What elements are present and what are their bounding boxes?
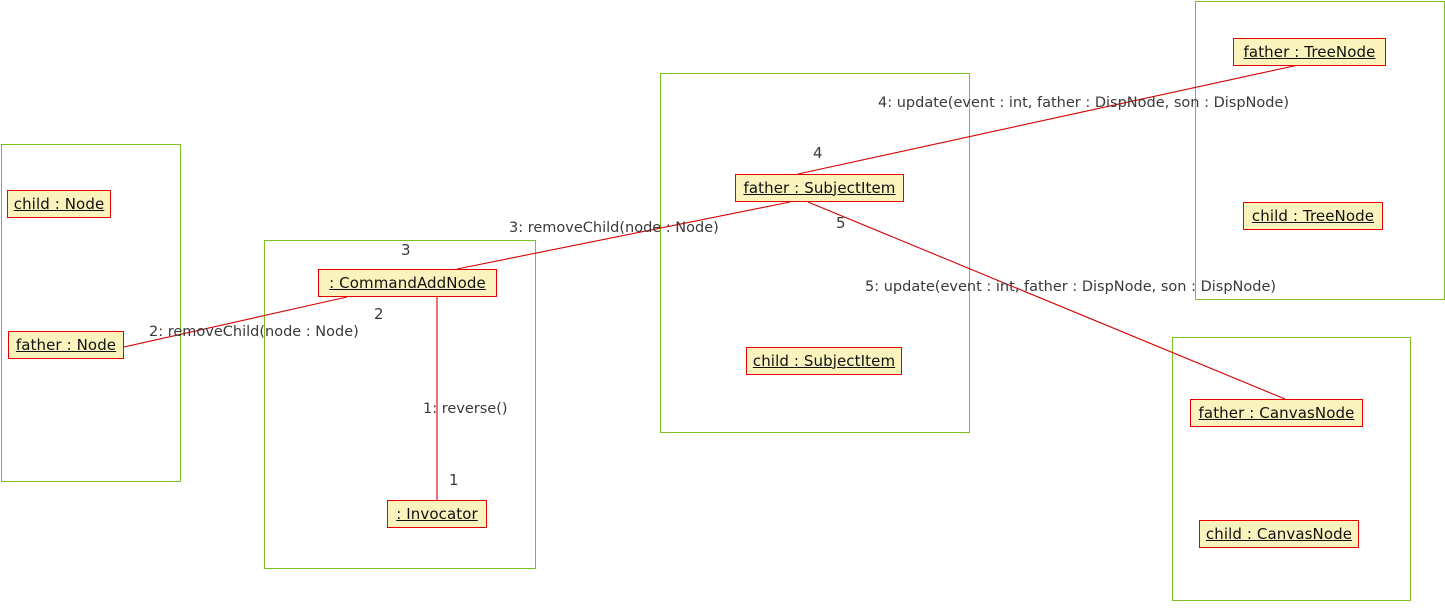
message-label-2: 2: removeChild(node : Node)	[149, 324, 359, 340]
object-label: child : TreeNode	[1251, 206, 1375, 225]
object-father-treenode[interactable]: father : TreeNode	[1233, 38, 1386, 66]
collaboration-diagram-canvas: child : Node father : Node : CommandAddN…	[0, 0, 1445, 608]
package-canvasnode[interactable]	[1172, 337, 1411, 601]
object-father-subjectitem[interactable]: father : SubjectItem	[735, 174, 904, 202]
message-label-1: 1: reverse()	[423, 401, 508, 417]
object-label: : CommandAddNode	[329, 273, 486, 292]
object-child-canvasnode[interactable]: child : CanvasNode	[1199, 520, 1359, 548]
object-label: father : Node	[15, 335, 117, 354]
object-child-node[interactable]: child : Node	[7, 190, 111, 218]
sequence-number-4: 4	[813, 144, 823, 162]
object-label: father : CanvasNode	[1198, 403, 1355, 422]
package-subjectitem[interactable]	[660, 73, 970, 433]
object-command-add-node[interactable]: : CommandAddNode	[318, 269, 497, 297]
object-label: father : TreeNode	[1243, 42, 1376, 61]
object-label: : Invocator	[396, 504, 478, 523]
sequence-number-2: 2	[374, 305, 384, 323]
sequence-number-3: 3	[401, 241, 411, 259]
message-label-3: 3: removeChild(node : Node)	[509, 220, 719, 236]
object-invocator[interactable]: : Invocator	[387, 500, 487, 528]
message-label-5: 5: update(event : int, father : DispNode…	[865, 279, 1277, 295]
object-label: child : CanvasNode	[1205, 524, 1353, 543]
object-label: father : SubjectItem	[743, 178, 896, 197]
object-child-subjectitem[interactable]: child : SubjectItem	[746, 347, 902, 375]
object-child-treenode[interactable]: child : TreeNode	[1243, 202, 1383, 230]
sequence-number-5: 5	[836, 214, 846, 232]
object-father-node[interactable]: father : Node	[8, 331, 124, 359]
object-label: child : SubjectItem	[752, 351, 896, 370]
message-label-4: 4: update(event : int, father : DispNode…	[878, 95, 1290, 111]
sequence-number-1: 1	[449, 471, 459, 489]
object-label: child : Node	[13, 194, 105, 213]
object-father-canvasnode[interactable]: father : CanvasNode	[1190, 399, 1363, 427]
